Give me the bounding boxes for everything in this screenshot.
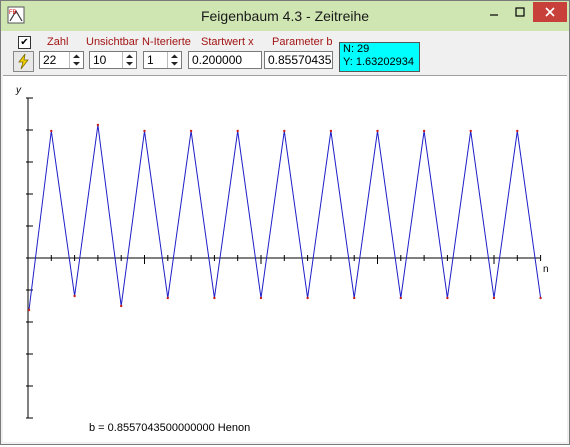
unsichtbar-stepper[interactable]: 10 xyxy=(89,51,137,69)
iterate-point xyxy=(236,129,239,133)
spinner-arrows-icon[interactable] xyxy=(122,52,136,68)
lightning-icon xyxy=(18,53,29,70)
iterate-point xyxy=(259,296,263,300)
close-button[interactable] xyxy=(533,2,567,22)
iterate-point xyxy=(27,308,31,312)
iterate-point xyxy=(189,129,193,133)
y-axis-ticks xyxy=(26,97,33,419)
time-series-plot[interactable]: y n b = 0.8557043500000000 Henon xyxy=(3,76,567,442)
iterate-point xyxy=(469,129,472,133)
n-iterierte-stepper[interactable]: 1 xyxy=(143,51,182,69)
maximize-icon xyxy=(515,7,525,17)
iterate-point xyxy=(120,304,123,308)
plot-canvas xyxy=(26,97,542,419)
label-n-iterierte: N-Iterierte xyxy=(142,36,191,48)
iterate-point xyxy=(73,294,76,298)
iterate-point xyxy=(283,129,286,133)
spinner-arrows-icon[interactable] xyxy=(167,52,181,68)
iterate-point xyxy=(446,296,449,300)
minimize-button[interactable] xyxy=(481,2,507,22)
iterate-point xyxy=(516,129,519,133)
iterate-point xyxy=(143,129,146,133)
label-parameter: Parameter b xyxy=(272,36,333,48)
iterate-point xyxy=(422,129,426,133)
show-checkbox[interactable]: ✔ xyxy=(18,36,31,49)
n-iterierte-value: 1 xyxy=(147,53,154,67)
startwert-input[interactable]: 0.200000 xyxy=(188,51,262,69)
iterate-point xyxy=(376,129,379,133)
x-axis-label: n xyxy=(543,264,549,275)
maximize-button[interactable] xyxy=(507,2,533,22)
parameter-input[interactable]: 0.85570435 xyxy=(264,51,333,69)
iterate-point xyxy=(353,296,356,300)
series-line xyxy=(28,124,542,311)
minimize-icon xyxy=(490,14,498,16)
series-points xyxy=(27,123,542,312)
title-bar: FB Feigenbaum 4.3 - Zeitreihe xyxy=(1,1,569,31)
readout-y: Y: 1.63202934 xyxy=(343,56,414,68)
label-zahl: Zahl xyxy=(47,36,69,48)
cursor-readout: N: 29 Y: 1.63202934 xyxy=(339,42,420,72)
iterate-point xyxy=(329,129,333,133)
spinner-arrows-icon[interactable] xyxy=(69,52,83,68)
zahl-stepper[interactable]: 22 xyxy=(39,51,84,69)
iterate-point xyxy=(213,296,216,300)
iterate-point xyxy=(306,296,309,300)
parameter-footer: b = 0.8557043500000000 Henon xyxy=(89,422,251,434)
run-button[interactable] xyxy=(13,51,34,72)
y-axis-label: y xyxy=(16,85,21,96)
app-window: FB Feigenbaum 4.3 - Zeitreihe ✔ Zahl 22 … xyxy=(0,0,570,445)
iterate-point xyxy=(166,296,169,300)
label-unsichtbar: Unsichtbar xyxy=(86,36,139,48)
x-axis-ticks xyxy=(50,255,542,264)
label-startwert: Startwert x xyxy=(201,36,254,48)
close-icon xyxy=(545,7,555,17)
iterate-point xyxy=(492,296,496,300)
toolbar: ✔ Zahl 22 Unsichtbar 10 N-Iterierte 1 St… xyxy=(3,31,567,76)
zahl-value: 22 xyxy=(43,53,57,67)
readout-n: N: 29 xyxy=(343,43,370,55)
iterate-point xyxy=(96,123,100,127)
unsichtbar-value: 10 xyxy=(93,53,107,67)
iterate-point xyxy=(50,129,53,133)
iterate-point xyxy=(399,296,402,300)
iterate-point xyxy=(539,296,542,300)
